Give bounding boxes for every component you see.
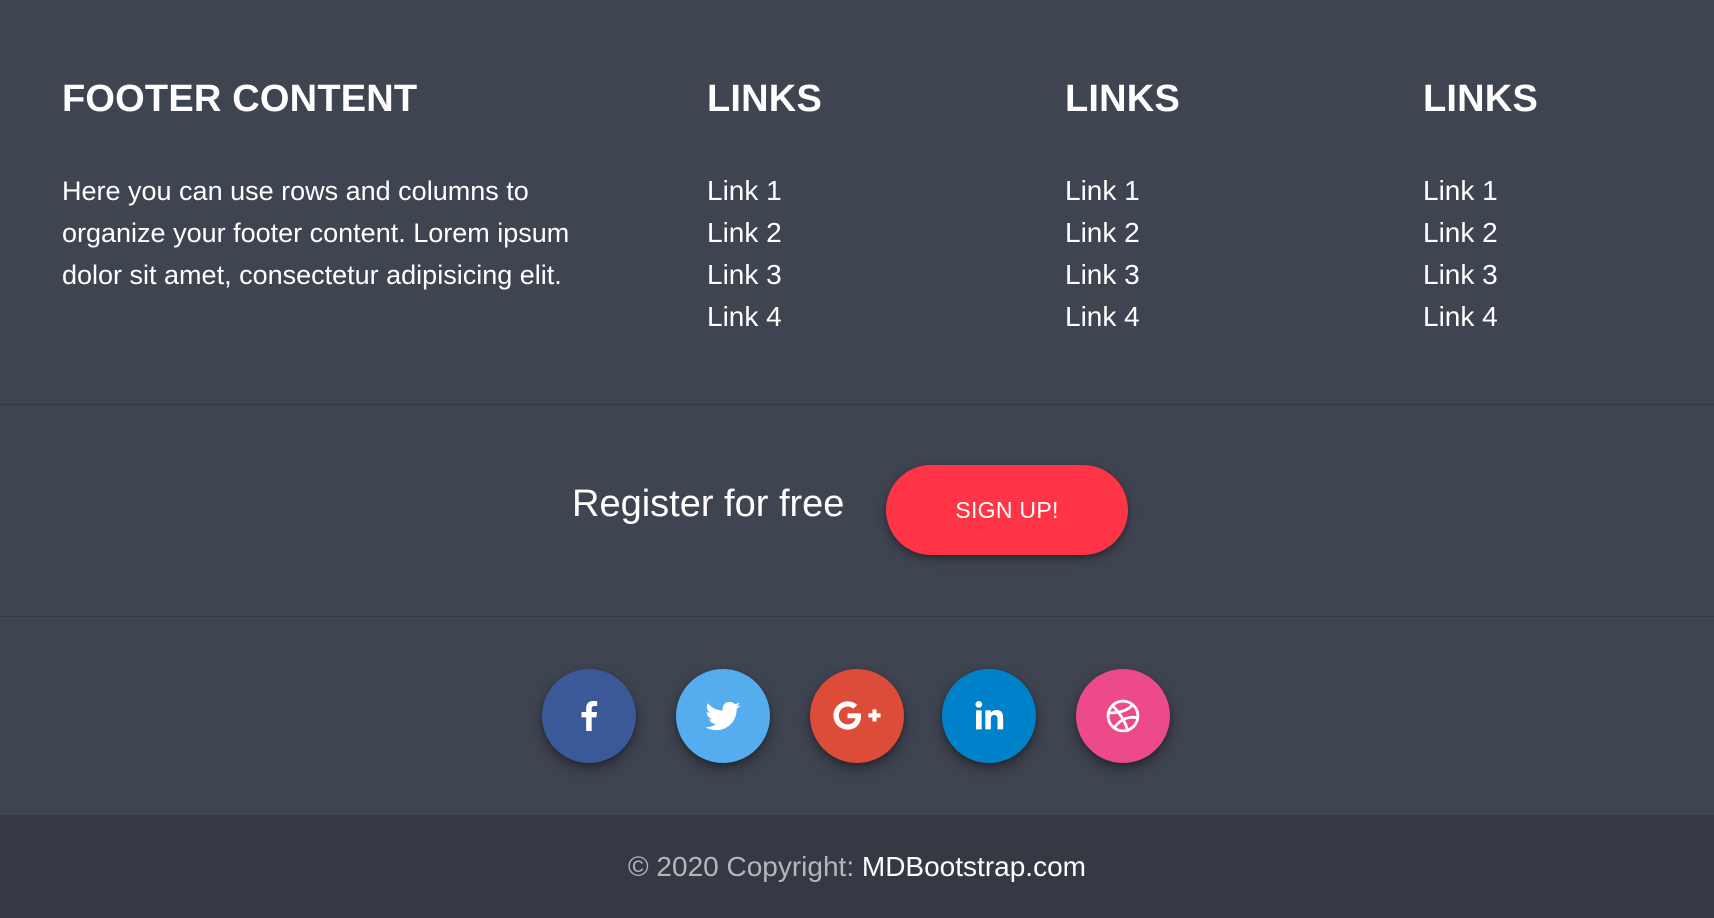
list-item: Link 1 bbox=[1423, 170, 1498, 212]
copyright-bar: © 2020 Copyright: MDBootstrap.com bbox=[0, 815, 1714, 918]
dribbble-icon bbox=[1106, 699, 1140, 733]
about-heading: FOOTER CONTENT bbox=[62, 78, 418, 120]
footer-link[interactable]: Link 4 bbox=[1423, 301, 1498, 332]
list-item: Link 4 bbox=[1423, 296, 1498, 338]
linkedin-icon bbox=[975, 701, 1004, 730]
register-text: Register for free bbox=[572, 483, 845, 525]
links-list: Link 1 Link 2 Link 3 Link 4 bbox=[707, 170, 782, 338]
list-item: Link 4 bbox=[1065, 296, 1140, 338]
list-item: Link 4 bbox=[707, 296, 782, 338]
twitter-button[interactable] bbox=[676, 669, 770, 763]
list-item: Link 2 bbox=[1423, 212, 1498, 254]
section-divider bbox=[0, 404, 1714, 405]
links-heading: LINKS bbox=[1065, 78, 1180, 120]
list-item: Link 3 bbox=[707, 254, 782, 296]
list-item: Link 1 bbox=[707, 170, 782, 212]
copyright-text: © 2020 Copyright: bbox=[628, 850, 862, 882]
dribbble-button[interactable] bbox=[1076, 669, 1170, 763]
facebook-button[interactable] bbox=[542, 669, 636, 763]
list-item: Link 3 bbox=[1065, 254, 1140, 296]
list-item: Link 3 bbox=[1423, 254, 1498, 296]
section-divider bbox=[0, 616, 1714, 617]
footer-link[interactable]: Link 2 bbox=[1065, 217, 1140, 248]
links-heading: LINKS bbox=[707, 78, 822, 120]
list-item: Link 2 bbox=[707, 212, 782, 254]
footer-link[interactable]: Link 1 bbox=[1065, 175, 1140, 206]
footer-link[interactable]: Link 3 bbox=[1065, 259, 1140, 290]
list-item: Link 2 bbox=[1065, 212, 1140, 254]
links-list: Link 1 Link 2 Link 3 Link 4 bbox=[1065, 170, 1140, 338]
footer-link[interactable]: Link 2 bbox=[1423, 217, 1498, 248]
list-item: Link 1 bbox=[1065, 170, 1140, 212]
footer-link[interactable]: Link 1 bbox=[707, 175, 782, 206]
footer-link[interactable]: Link 4 bbox=[1065, 301, 1140, 332]
page-footer: FOOTER CONTENT Here you can use rows and… bbox=[0, 0, 1714, 918]
facebook-icon bbox=[581, 701, 598, 731]
google-plus-icon bbox=[833, 701, 881, 730]
about-text: Here you can use rows and columns to org… bbox=[62, 176, 570, 290]
links-heading: LINKS bbox=[1423, 78, 1538, 120]
social-buttons bbox=[0, 669, 1714, 765]
footer-link[interactable]: Link 4 bbox=[707, 301, 782, 332]
linkedin-button[interactable] bbox=[942, 669, 1036, 763]
links-list: Link 1 Link 2 Link 3 Link 4 bbox=[1423, 170, 1498, 338]
copyright-link[interactable]: MDBootstrap.com bbox=[862, 851, 1086, 883]
google-plus-button[interactable] bbox=[810, 669, 904, 763]
footer-link[interactable]: Link 1 bbox=[1423, 175, 1498, 206]
footer-link[interactable]: Link 3 bbox=[707, 259, 782, 290]
twitter-icon bbox=[705, 701, 741, 731]
footer-link[interactable]: Link 2 bbox=[707, 217, 782, 248]
footer-content-section: FOOTER CONTENT Here you can use rows and… bbox=[0, 0, 1714, 404]
footer-link[interactable]: Link 3 bbox=[1423, 259, 1498, 290]
sign-up-button[interactable]: SIGN UP! bbox=[886, 465, 1128, 555]
